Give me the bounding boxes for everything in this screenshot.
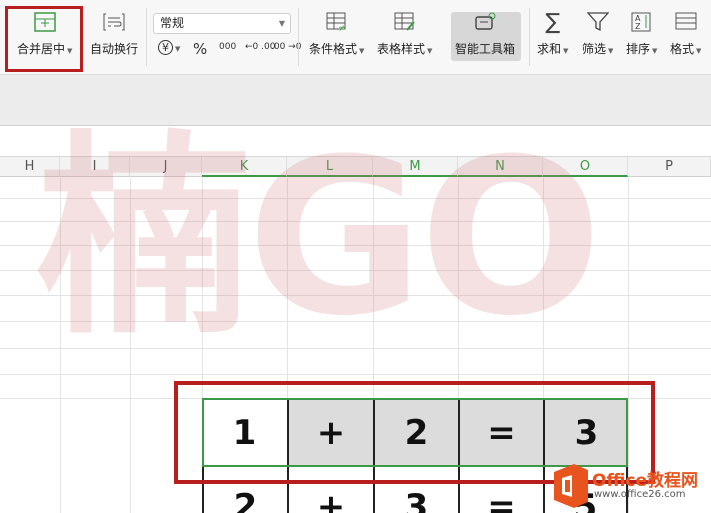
grid-line [0,321,711,322]
currency-button[interactable]: ¥ ▼ [158,40,180,55]
number-format-value: 常规 [160,16,185,30]
wrap-text-label: 自动换行 [90,42,139,56]
sort-label: 排序 [626,42,651,56]
filter-label: 筛选 [582,42,607,56]
chevron-down-icon: ▼ [563,47,569,55]
conditional-format-label: 条件格式 [309,42,358,56]
chevron-down-icon: ▼ [652,47,658,55]
grid-line [0,245,711,246]
column-header-m[interactable]: M [373,157,458,177]
currency-icon: ¥ [158,40,173,55]
grid-line [130,178,131,513]
grid-line [0,348,711,349]
wrap-text-icon [102,10,126,34]
thousands-button[interactable]: 000 [219,42,236,52]
formula-bar-area [0,75,711,126]
grid-line [0,295,711,296]
svg-text:≠: ≠ [338,24,346,32]
ribbon-toolbar: 合并居中 ▼ 自动换行 常规 ▼ ¥ ▼ % 000 ←0 .00 .00 →0 ≠… [0,0,711,75]
grid-line [60,178,61,513]
format-button[interactable]: 格式 ▼ [670,10,701,57]
chevron-down-icon: ▼ [608,47,614,55]
office-logo: Office教程网 www.office26.com [548,462,711,513]
toolbox-icon [473,10,497,34]
chevron-down-icon: ▼ [696,47,702,55]
conditional-format-button[interactable]: ≠ 条件格式 ▼ [309,10,364,57]
decrease-decimal-button[interactable]: .00 →0 [271,42,301,52]
filter-button[interactable]: 筛选 ▼ [582,10,613,57]
sort-button[interactable]: AZ 排序 ▼ [626,10,657,57]
column-header-k[interactable]: K [202,157,287,177]
filter-icon [586,10,610,34]
format-label: 格式 [670,42,695,56]
sort-icon: AZ [630,10,654,34]
chevron-down-icon: ▼ [278,19,285,28]
number-format-select[interactable]: 常规 ▼ [153,13,291,34]
office-icon [554,464,588,508]
smart-toolbox-label: 智能工具箱 [455,42,516,56]
grid-line [0,374,711,375]
grid-line [0,270,711,271]
grid-line [0,221,711,222]
ribbon-divider [529,8,530,66]
column-header-i[interactable]: I [60,157,130,177]
table-style-label: 表格样式 [377,42,426,56]
conditional-format-icon: ≠ [325,10,349,34]
column-header-n[interactable]: N [458,157,543,177]
chevron-down-icon: ▼ [359,47,365,55]
sheet-top-area [0,126,711,157]
logo-title: Office教程网 [592,471,699,491]
ribbon-divider [146,8,147,66]
column-header-l[interactable]: L [287,157,373,177]
column-header-o[interactable]: O [543,157,628,177]
chevron-down-icon: ▼ [427,47,433,55]
column-header-j[interactable]: J [130,157,202,177]
sum-button[interactable]: ∑ 求和 ▼ [537,10,568,57]
sum-label: 求和 [537,42,562,56]
column-header-p[interactable]: P [628,157,711,177]
table-style-icon [393,10,417,34]
logo-url: www.office26.com [594,489,686,500]
format-icon [674,10,698,34]
ribbon-divider [298,8,299,66]
column-header-h[interactable]: H [0,157,60,177]
table-style-button[interactable]: 表格样式 ▼ [377,10,432,57]
svg-text:Z: Z [635,22,641,31]
percent-button[interactable]: % [193,40,207,58]
smart-toolbox-button[interactable]: 智能工具箱 [455,10,515,57]
grid-line [0,198,711,199]
wrap-text-button[interactable]: 自动换行 [90,10,138,57]
sigma-icon: ∑ [545,9,561,35]
merge-button-highlight [5,6,83,72]
